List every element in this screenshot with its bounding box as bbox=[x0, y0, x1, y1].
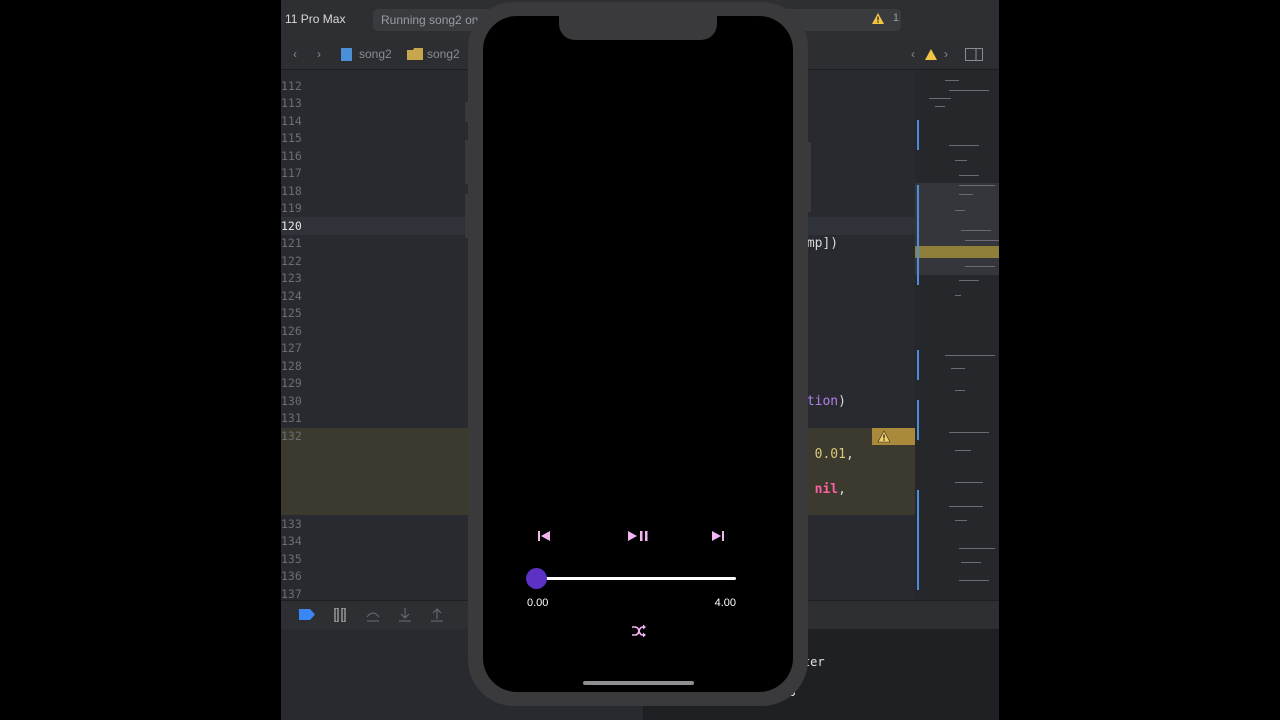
notch bbox=[559, 16, 717, 40]
forward-chevron-icon[interactable]: › bbox=[317, 47, 321, 61]
warning-icon[interactable] bbox=[871, 12, 885, 25]
code-token: nil bbox=[814, 482, 839, 497]
shuffle-icon[interactable] bbox=[631, 624, 647, 638]
total-time: 4.00 bbox=[714, 597, 736, 609]
code-token: 0.01 bbox=[814, 447, 846, 462]
minimap-preview bbox=[915, 80, 999, 590]
line-number[interactable]: 120 bbox=[281, 219, 311, 233]
line-number[interactable]: 114 bbox=[281, 114, 311, 128]
line-number[interactable]: 113 bbox=[281, 96, 311, 110]
line-number[interactable]: 134 bbox=[281, 534, 311, 548]
home-indicator[interactable] bbox=[583, 681, 694, 685]
line-number[interactable]: 128 bbox=[281, 359, 311, 373]
breadcrumb-project[interactable]: song2 bbox=[359, 47, 392, 61]
line-number[interactable]: 133 bbox=[281, 517, 311, 531]
line-number[interactable]: 135 bbox=[281, 552, 311, 566]
app-screen: 0.00 4.00 bbox=[483, 16, 793, 692]
play-pause-icon[interactable] bbox=[627, 530, 649, 542]
line-number[interactable]: 136 bbox=[281, 569, 311, 583]
code-token: ) bbox=[838, 394, 846, 409]
step-out-icon[interactable] bbox=[431, 608, 443, 622]
code-minimap[interactable] bbox=[915, 70, 999, 600]
line-number[interactable]: 127 bbox=[281, 341, 311, 355]
issue-next-chevron-icon[interactable]: › bbox=[944, 47, 948, 61]
line-number[interactable]: 137 bbox=[281, 587, 311, 601]
project-file-icon bbox=[341, 48, 352, 61]
folder-icon bbox=[407, 48, 423, 60]
line-number[interactable]: 119 bbox=[281, 201, 311, 215]
progress-track[interactable] bbox=[536, 577, 736, 580]
step-into-icon[interactable] bbox=[399, 608, 411, 622]
next-icon[interactable] bbox=[711, 530, 725, 542]
line-number[interactable]: 116 bbox=[281, 149, 311, 163]
line-number[interactable]: 126 bbox=[281, 324, 311, 338]
line-number[interactable]: 118 bbox=[281, 184, 311, 198]
volume-up-button bbox=[465, 140, 468, 184]
warning-count: 1 bbox=[892, 12, 899, 24]
issue-prev-chevron-icon[interactable]: ‹ bbox=[911, 47, 915, 61]
step-over-icon[interactable] bbox=[366, 609, 380, 622]
line-number[interactable]: 131 bbox=[281, 411, 311, 425]
issue-warning-icon[interactable] bbox=[924, 48, 938, 61]
scheme-selector[interactable]: 11 Pro Max bbox=[285, 12, 345, 26]
line-number-gutter: 112 113 114 115 116 117 118 119 120 121 122 123 124 1… bbox=[281, 70, 321, 601]
breakpoints-toggle-icon[interactable] bbox=[299, 609, 315, 620]
breadcrumb-folder[interactable]: song2 bbox=[427, 47, 460, 61]
warning-icon bbox=[877, 430, 891, 443]
line-number[interactable]: 112 bbox=[281, 79, 311, 93]
volume-down-button bbox=[465, 194, 468, 238]
line-number[interactable]: 130 bbox=[281, 394, 311, 408]
line-number[interactable]: 125 bbox=[281, 306, 311, 320]
line-number[interactable]: 122 bbox=[281, 254, 311, 268]
line-number[interactable]: 115 bbox=[281, 131, 311, 145]
inline-warning-badge[interactable] bbox=[872, 428, 915, 445]
code-token: , bbox=[838, 482, 846, 497]
line-number[interactable]: 121 bbox=[281, 236, 311, 250]
editor-layout-icon[interactable] bbox=[965, 48, 983, 61]
back-chevron-icon[interactable]: ‹ bbox=[293, 47, 297, 61]
line-number[interactable]: 123 bbox=[281, 271, 311, 285]
line-number[interactable]: 124 bbox=[281, 289, 311, 303]
line-number[interactable]: 129 bbox=[281, 376, 311, 390]
line-number[interactable]: 117 bbox=[281, 166, 311, 180]
code-token: , bbox=[845, 447, 854, 462]
elapsed-time: 0.00 bbox=[527, 597, 549, 609]
line-number[interactable]: 132 bbox=[281, 429, 311, 443]
progress-thumb[interactable] bbox=[526, 568, 547, 589]
pause-icon[interactable] bbox=[334, 608, 346, 622]
side-button bbox=[808, 142, 811, 212]
iphone-simulator: 0.00 4.00 bbox=[465, 2, 811, 706]
previous-icon[interactable] bbox=[537, 530, 551, 542]
silent-switch bbox=[465, 102, 468, 122]
